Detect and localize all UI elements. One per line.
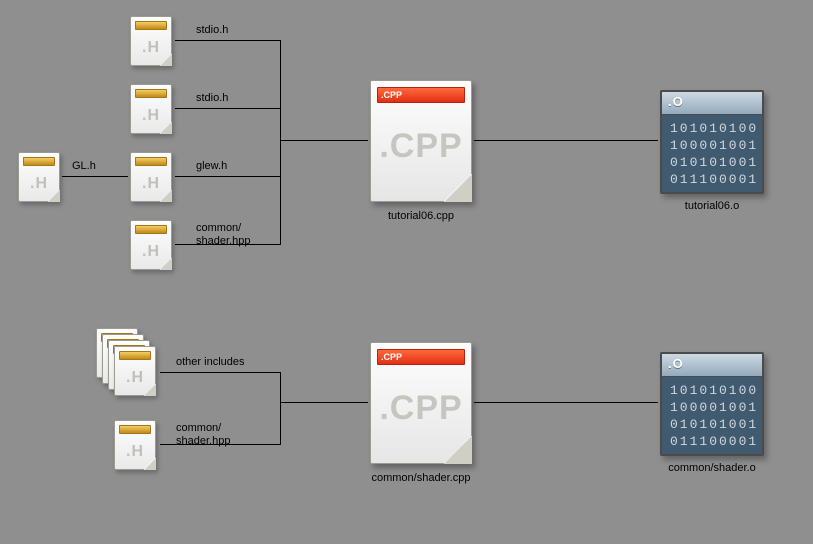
- caption-o-bottom: common/shader.o: [650, 462, 774, 474]
- header-file-stdio-2: [130, 84, 172, 134]
- connector: [280, 372, 281, 445]
- o-bits: 101010100 100001001 010101001 011100001: [670, 382, 754, 450]
- cpp-file-shader: .CPP .CPP: [370, 342, 472, 464]
- header-file-icon: [114, 420, 156, 470]
- connector: [280, 40, 281, 245]
- caption-cpp-top: tutorial06.cpp: [370, 210, 472, 222]
- header-file-glew: [130, 152, 172, 202]
- label-gl-h: GL.h: [72, 160, 96, 173]
- cpp-ext: .CPP: [371, 389, 471, 428]
- header-file-gl: [18, 152, 60, 202]
- label-include-2: glew.h: [196, 160, 227, 173]
- object-file-icon: .O 101010100 100001001 010101001 0111000…: [660, 90, 764, 194]
- label-include-0: stdio.h: [196, 24, 228, 37]
- header-file-icon: [130, 84, 172, 134]
- o-badge: .O: [668, 94, 684, 109]
- object-file-icon: .O 101010100 100001001 010101001 0111000…: [660, 352, 764, 456]
- connector: [474, 402, 658, 403]
- connector: [280, 402, 368, 403]
- object-file-shader: .O 101010100 100001001 010101001 0111000…: [660, 352, 764, 456]
- connector: [160, 372, 280, 373]
- connector: [474, 140, 658, 141]
- label-include-1: stdio.h: [196, 92, 228, 105]
- connector: [175, 108, 280, 109]
- header-file-shader-hpp: [130, 220, 172, 270]
- object-file-tutorial06: .O 101010100 100001001 010101001 0111000…: [660, 90, 764, 194]
- connector: [175, 176, 280, 177]
- header-file-icon: [18, 152, 60, 202]
- o-bits: 101010100 100001001 010101001 011100001: [670, 120, 754, 188]
- header-file-shader-hpp-2: [114, 420, 156, 470]
- header-file-icon: [130, 220, 172, 270]
- cpp-ext: .CPP: [371, 127, 471, 166]
- connector: [160, 444, 280, 445]
- connector: [62, 176, 128, 177]
- cpp-file-icon: .CPP .CPP: [370, 80, 472, 202]
- cpp-badge: .CPP: [381, 88, 402, 102]
- cpp-badge: .CPP: [381, 350, 402, 364]
- header-file-icon: [130, 152, 172, 202]
- header-file-icon: [114, 346, 156, 396]
- label-other-includes: other includes: [176, 356, 245, 369]
- caption-o-top: tutorial06.o: [660, 200, 764, 212]
- cpp-file-icon: .CPP .CPP: [370, 342, 472, 464]
- connector: [280, 140, 368, 141]
- header-file-stack: [96, 328, 152, 390]
- header-file-stdio-1: [130, 16, 172, 66]
- caption-cpp-bottom: common/shader.cpp: [358, 472, 484, 484]
- header-file-icon: [130, 16, 172, 66]
- connector: [175, 244, 280, 245]
- connector: [175, 40, 280, 41]
- o-badge: .O: [668, 356, 684, 371]
- cpp-file-tutorial06: .CPP .CPP: [370, 80, 472, 202]
